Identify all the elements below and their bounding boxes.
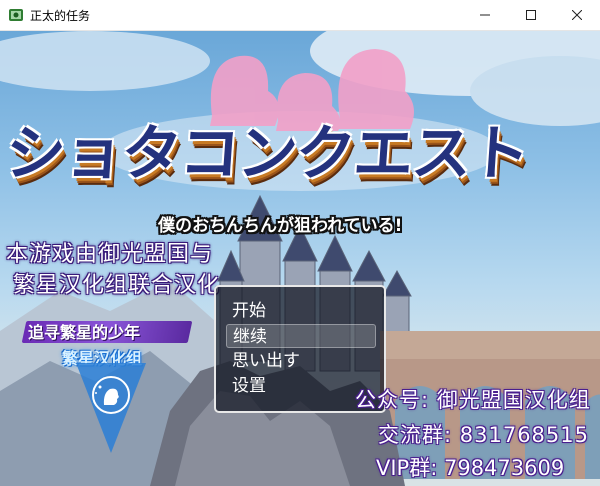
maximize-button[interactable] — [508, 0, 554, 30]
rpg-app-icon — [9, 9, 23, 21]
game-logo-title: ショタコンクエスト — [3, 119, 531, 189]
window-controls — [462, 0, 600, 30]
game-canvas[interactable]: ショタコンクエスト 僕のおちんちんが狙われている! 本游戏由御光盟国与 繁星汉化… — [0, 31, 600, 486]
menu-item-start[interactable]: 开始 — [226, 299, 376, 323]
info-line-group-chat: 交流群: 831768515 — [378, 423, 589, 447]
group-badge-line1: 追寻繁星的少年 — [28, 323, 141, 342]
minimize-button[interactable] — [462, 0, 508, 30]
minimize-icon — [480, 14, 490, 16]
maximize-icon — [526, 10, 536, 20]
window-title: 正太的任务 — [30, 8, 91, 23]
credit-line-2: 繁星汉化组联合汉化 — [13, 273, 221, 298]
game-window: 正太的任务 ショタコンクエスト 僕のおちんちんが狙われている! 本游戏由御光盟国… — [0, 0, 600, 486]
game-logo-subtitle: 僕のおちんちんが狙われている! — [158, 216, 403, 236]
close-button[interactable] — [554, 0, 600, 30]
menu-item-settings[interactable]: 设置 — [226, 374, 376, 398]
group-emblem-icon — [76, 363, 146, 453]
close-icon — [572, 10, 582, 20]
title-bar[interactable]: 正太的任务 — [0, 0, 600, 31]
menu-item-recollection[interactable]: 思い出す — [226, 349, 376, 373]
info-line-vip-chat: VIP群: 798473609 — [376, 456, 565, 480]
menu-item-continue[interactable]: 继续 — [226, 324, 376, 348]
info-line-official-account: 公众号: 御光盟国汉化组 — [355, 388, 591, 412]
credit-line-1: 本游戏由御光盟国与 — [6, 242, 214, 267]
